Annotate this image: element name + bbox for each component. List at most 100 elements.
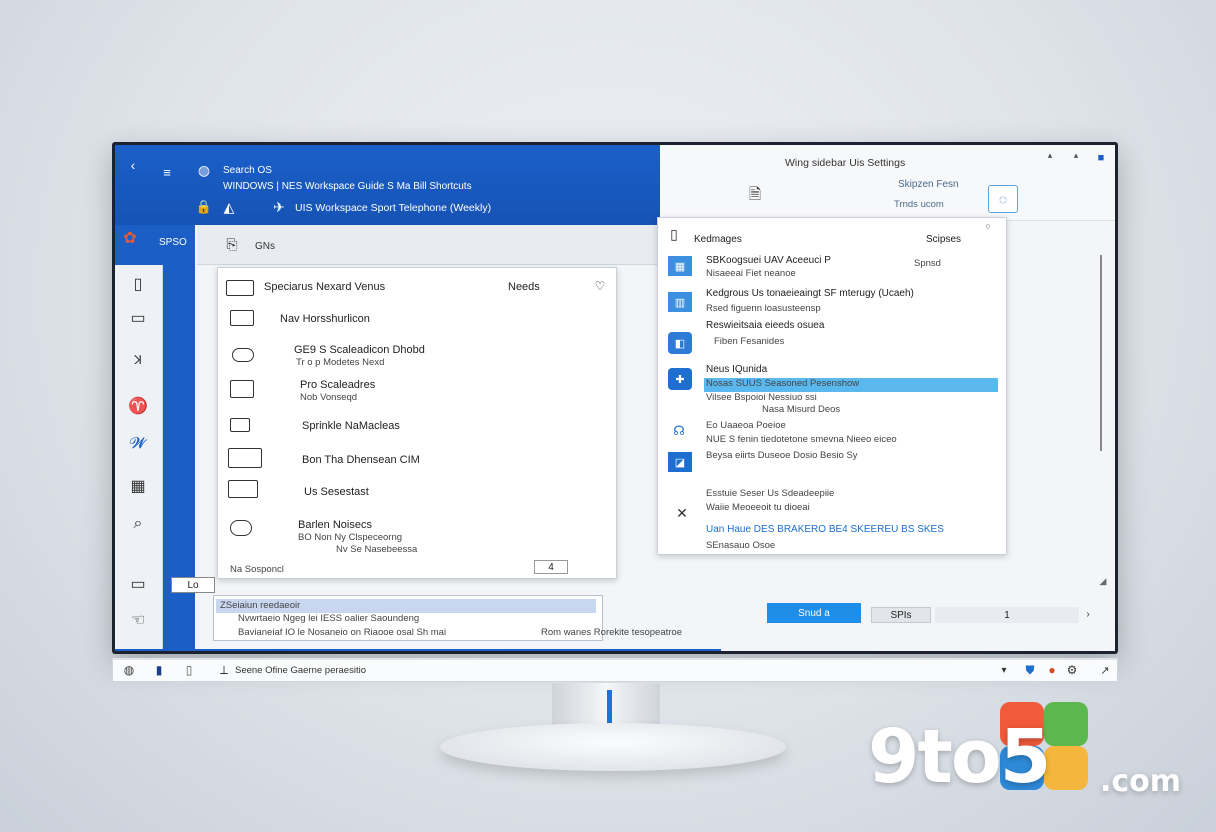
list-item-icon (228, 448, 262, 468)
page-number: 1 (935, 607, 1079, 623)
row-app-icon: ▦ (668, 256, 692, 276)
chat-icon[interactable]: ◌ (988, 185, 1018, 213)
pin-tool-icon[interactable]: ♈ (125, 395, 151, 417)
scrollbar[interactable] (1100, 255, 1102, 451)
left-panel: Speciarus Nexard Venus Needs ♡ Nav Horss… (217, 267, 617, 579)
tag-icon[interactable]: ◭ (220, 198, 238, 216)
list-item-sub: Tr o p Modetes Nexd (296, 357, 385, 368)
search-tool-icon[interactable]: ⌕ (125, 513, 151, 535)
list-item-icon (230, 310, 254, 326)
brand-logo: 9to5 .com (868, 700, 1198, 810)
progress-bar (115, 649, 721, 651)
folder-icon[interactable]: ▯ (125, 273, 151, 295)
right-row-sub: Fiben Fesanides (714, 336, 785, 347)
list-item-title: Barlen Noisecs (298, 519, 372, 531)
grid-icon[interactable]: ▦ (125, 475, 151, 497)
list-item-title: Sprinkle NaMacleas (302, 420, 400, 432)
restore-icon[interactable]: ▴ (1070, 149, 1082, 161)
header-card-icon (226, 280, 254, 296)
hand-icon[interactable]: ☜ (125, 609, 151, 631)
list-item-icon (230, 380, 254, 398)
expand-icon[interactable]: ↗ (1099, 662, 1111, 678)
right-row-title[interactable]: Neus IQunida (706, 364, 767, 375)
pen-icon[interactable]: ⟂ (217, 662, 231, 678)
shield-icon[interactable]: ⛊ (1023, 662, 1037, 678)
list-item-icon (232, 348, 254, 362)
list-item-title: Pro Scaleadres (300, 379, 376, 391)
page-indicator[interactable]: 4 (534, 560, 568, 574)
bottom-right-text: Rom wanes Rorekite tesopeatroe (541, 627, 682, 638)
panel-toolbar: ⎘ GNs (197, 225, 659, 265)
start-icon[interactable]: ◍ (121, 662, 137, 678)
right-sub-label: Trnds ucom (894, 199, 944, 210)
right-row-title[interactable]: Kedgrous Us tonaeieaingt SF mterugy (Uca… (706, 288, 914, 299)
right-row-title[interactable]: Reswieitsaia eieeds osuea (706, 320, 824, 331)
list-item-title: Nav Horsshurlicon (280, 313, 370, 325)
list-item-icon (230, 520, 252, 536)
right-row-sub: Nosas SUUS Seasoned Pesenshow (706, 378, 860, 389)
right-row-sub: Nasa Misurd Deos (762, 404, 841, 415)
right-row-sub: Nisaeeai Fiet neanoe (706, 268, 796, 279)
right-row-meta: Spnsd (914, 258, 941, 269)
right-row-title[interactable]: Eo Uaaeoa Poeioe (706, 420, 786, 431)
left-panel-header-right: Needs (508, 281, 540, 293)
headset-icon: ☊ (673, 423, 685, 438)
right-row-sub: NUE S fenin tiedotetone smevna Nieeo eic… (706, 434, 897, 445)
notes-icon[interactable]: ꓘ (125, 349, 151, 371)
document-icon[interactable]: 🗎 (744, 185, 766, 207)
right-row-title[interactable]: Esstuie Seser Us Sdeadeepiie (706, 488, 834, 499)
count-label[interactable]: Lo (171, 577, 215, 593)
app-header: ‹ ≡ ◍ Search OS WINDOWS | NES Workspace … (115, 145, 660, 225)
pin-icon[interactable]: ✈ (270, 198, 288, 216)
resize-icon[interactable]: ◢ (1097, 575, 1109, 587)
right-row-title[interactable]: Beysa eiirts Duseoe Dosio Besio Sy (706, 450, 858, 461)
back-icon[interactable]: ‹ (123, 155, 143, 175)
row-app-icon: ◪ (668, 452, 692, 472)
right-panel-header-right: Scipses (926, 234, 962, 245)
heart-icon[interactable]: ♡ (592, 278, 608, 294)
input-line: Bavianeiaf IO le Nosaneio on Riaooe osal… (238, 627, 447, 638)
account-label: SPSO (159, 237, 187, 248)
lock-icon[interactable]: 🔒 (195, 198, 213, 216)
file-icon[interactable]: ▮ (153, 662, 165, 678)
right-row-sub: Waiie Meoeeoit tu dioeai (706, 502, 810, 513)
row-app-icon: ✚ (668, 368, 692, 390)
monitor-icon[interactable]: ▭ (125, 573, 151, 595)
send-button[interactable]: Snud a (767, 603, 861, 623)
left-panel-header: Speciarus Nexard Venus (264, 281, 386, 293)
chart-icon[interactable]: 𝓦 (125, 433, 151, 455)
right-row-title[interactable]: Vilsee Bspoioi Nessiuo ssi (706, 392, 817, 403)
right-row-title[interactable]: SBKoogsuei UAV Aceeuci P (706, 255, 831, 266)
list-item-title: Nv Se Nasebeessa (336, 544, 418, 555)
menu-icon[interactable]: ≡ (157, 163, 177, 181)
right-header-title: Wing sidebar Uis Settings (785, 157, 906, 169)
globe-icon[interactable]: ◍ (195, 161, 213, 179)
taskbar-label: Seene Ofine Gaerne peraesitio (235, 665, 366, 676)
header-title: Search OS (223, 165, 272, 176)
right-header: Wing sidebar Uis Settings ▴ ▴ ■ 🗎 Skipze… (660, 145, 1115, 221)
left-toolbar: ▯ ▭ ꓘ ♈ 𝓦 ▦ ⌕ ▭ ☜ (115, 265, 163, 651)
tab-label[interactable]: GNs (255, 241, 275, 252)
alert-icon[interactable]: ● (1045, 662, 1059, 678)
chevron-icon[interactable]: ▾ (997, 662, 1011, 678)
doc-small-icon: ▯ (670, 225, 678, 242)
card-icon[interactable]: ▭ (125, 307, 151, 329)
copy-icon[interactable]: ⎘ (223, 235, 241, 253)
next-icon[interactable]: › (1081, 607, 1095, 621)
close-icon[interactable]: ■ (1094, 151, 1108, 165)
right-panel-link[interactable]: Uan Haue DES BRAKERO BE4 SKEEREU BS SKES (706, 524, 944, 535)
list-item-icon (230, 418, 250, 432)
input-line: ZSeiaiun reedaeoir (220, 600, 301, 611)
minimize-icon[interactable]: ▴ (1044, 149, 1056, 161)
right-search-label: Skipzen Fesn (898, 179, 959, 190)
taskbar: ◍ ▮ ▯ ⟂ Seene Ofine Gaerne peraesitio ▾ … (112, 658, 1118, 682)
tools-icon: ✕ (676, 504, 688, 521)
screen: ‹ ≡ ◍ Search OS WINDOWS | NES Workspace … (115, 145, 1115, 651)
logo-text: 9to5 (868, 714, 1051, 800)
tablet-icon[interactable]: ▯ (183, 662, 195, 678)
row-app-icon: ▥ (668, 292, 692, 312)
close-small-icon[interactable]: ○ (982, 220, 994, 232)
monitor-stand-base (440, 723, 786, 771)
secondary-button[interactable]: SPIs (871, 607, 931, 623)
settings-icon[interactable]: ⚙ (1065, 662, 1079, 678)
